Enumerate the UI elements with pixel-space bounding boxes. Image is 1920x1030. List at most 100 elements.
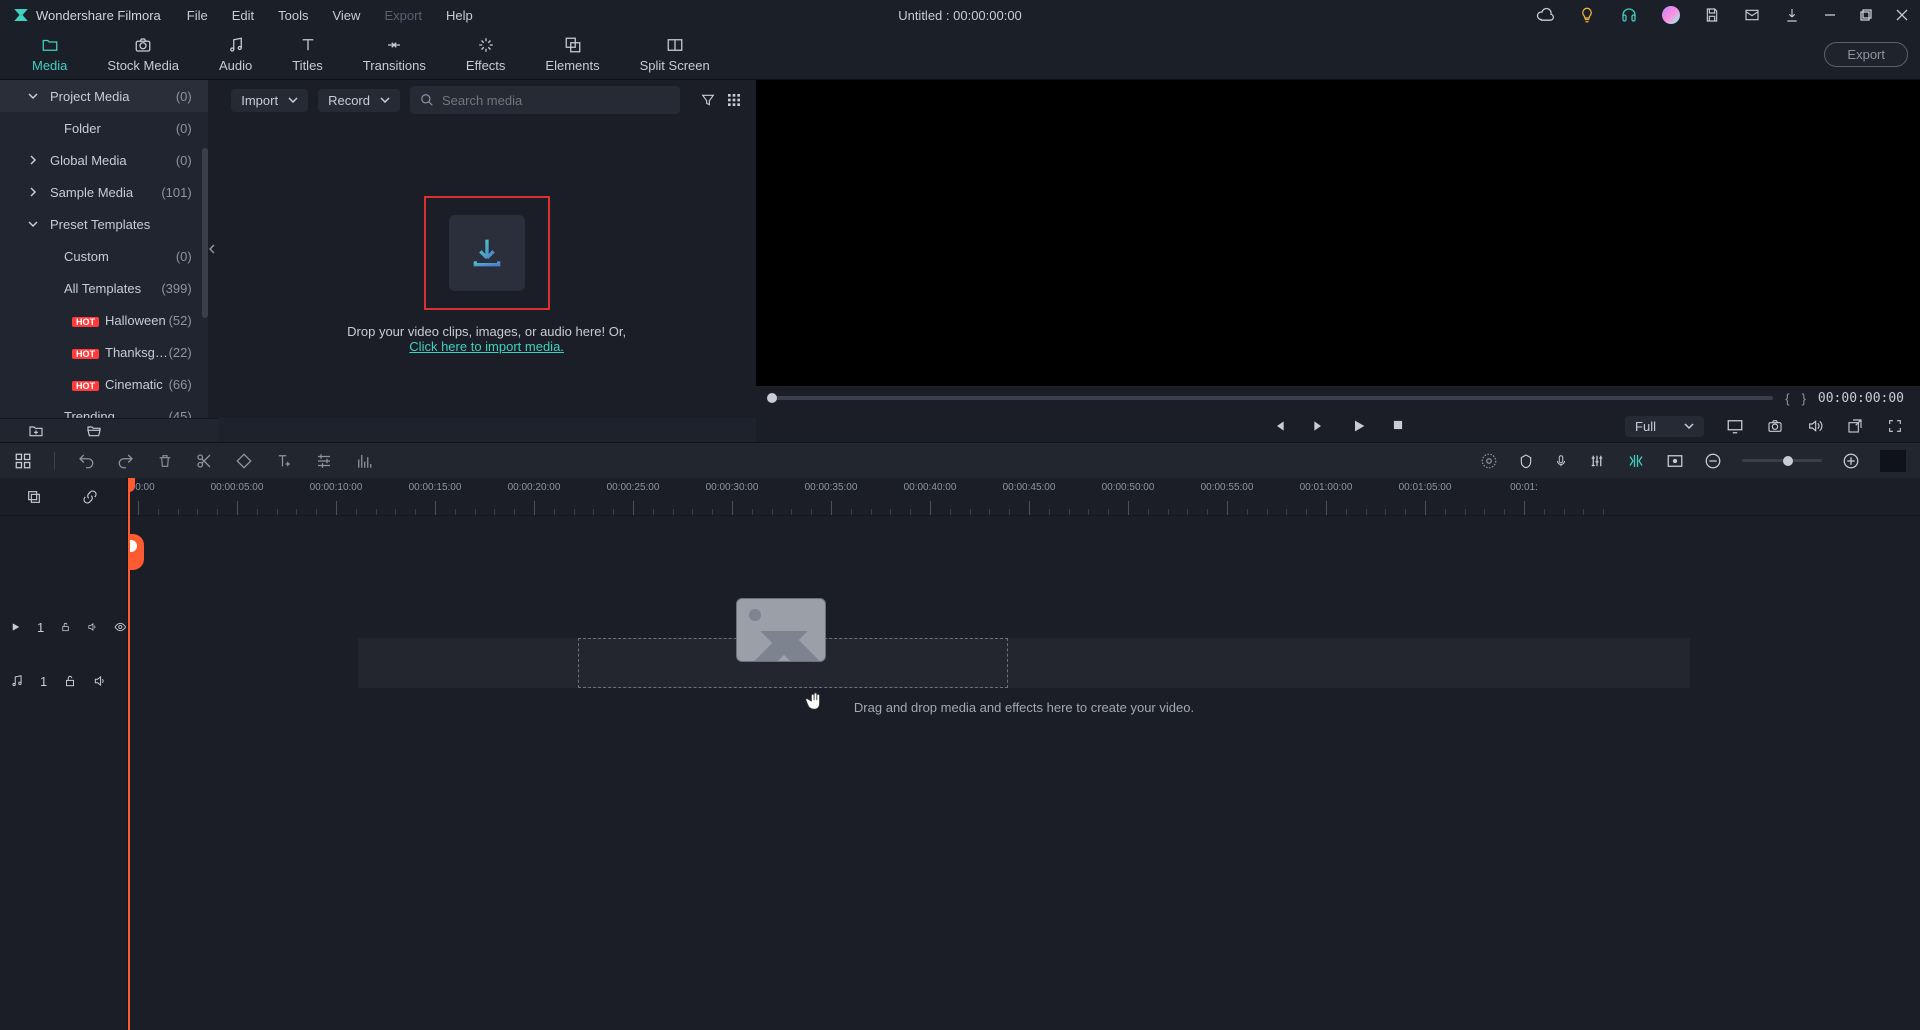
tab-titles[interactable]: Titles xyxy=(272,32,343,77)
import-link[interactable]: Click here to import media. xyxy=(409,339,564,354)
export-button[interactable]: Export xyxy=(1824,42,1908,67)
link-icon[interactable] xyxy=(82,489,98,505)
mail-icon[interactable] xyxy=(1744,7,1760,23)
drop-zone[interactable] xyxy=(424,196,550,310)
zoom-in-button[interactable] xyxy=(1842,452,1860,470)
mute-icon[interactable] xyxy=(93,674,107,688)
headphones-icon[interactable] xyxy=(1620,6,1638,24)
time-ruler[interactable]: 0:00:0000:00:05:0000:00:10:0000:00:15:00… xyxy=(128,478,1920,516)
ruler-tick-minor xyxy=(1247,509,1248,515)
scrubber-track[interactable] xyxy=(772,396,1773,400)
split-button[interactable] xyxy=(195,452,213,470)
lock-icon[interactable] xyxy=(63,674,77,688)
mark-in-button[interactable]: { xyxy=(1785,391,1789,406)
display-icon[interactable] xyxy=(1726,418,1744,434)
menu-edit[interactable]: Edit xyxy=(232,8,254,23)
marker-icon[interactable] xyxy=(1518,452,1534,470)
import-dropdown[interactable]: Import xyxy=(231,89,308,112)
tab-stock-media[interactable]: Stock Media xyxy=(87,32,199,77)
fullscreen-icon[interactable] xyxy=(1886,418,1904,434)
menu-file[interactable]: File xyxy=(187,8,208,23)
sidebar-item-count: (66) xyxy=(169,377,192,392)
mute-icon[interactable] xyxy=(87,620,98,634)
lightbulb-icon[interactable] xyxy=(1578,6,1596,24)
stop-button[interactable] xyxy=(1391,418,1405,432)
sidebar-item-halloween[interactable]: HOTHalloween(52) xyxy=(0,304,208,336)
tab-elements[interactable]: Elements xyxy=(525,32,619,77)
tab-split-screen[interactable]: Split Screen xyxy=(620,32,730,77)
audio-equalizer-icon[interactable] xyxy=(355,452,373,470)
redo-button[interactable] xyxy=(117,452,135,470)
zoom-out-button[interactable] xyxy=(1704,452,1722,470)
sidebar-item-global-media[interactable]: Global Media(0) xyxy=(0,144,208,176)
sidebar-item-thanksgiving[interactable]: HOTThanksgiving(22) xyxy=(0,336,208,368)
avatar[interactable] xyxy=(1662,6,1680,24)
sidebar-item-folder[interactable]: Folder(0) xyxy=(0,112,208,144)
playhead[interactable] xyxy=(128,478,130,1030)
quality-dropdown[interactable]: Full xyxy=(1625,416,1704,437)
tab-transitions[interactable]: Transitions xyxy=(343,32,446,77)
snapshot-icon[interactable] xyxy=(1766,418,1784,434)
minimize-button[interactable] xyxy=(1824,9,1836,21)
render-icon[interactable] xyxy=(1626,452,1646,470)
next-frame-button[interactable] xyxy=(1311,418,1327,434)
play-button[interactable] xyxy=(1351,418,1367,434)
download-icon[interactable] xyxy=(1784,7,1800,23)
sidebar-item-preset-templates[interactable]: Preset Templates xyxy=(0,208,208,240)
preview-timecode: 00:00:00:00 xyxy=(1818,391,1904,406)
sidebar-item-all-templates[interactable]: All Templates(399) xyxy=(0,272,208,304)
delete-button[interactable] xyxy=(157,452,173,470)
prev-frame-button[interactable] xyxy=(1271,418,1287,434)
filter-icon[interactable] xyxy=(700,92,716,108)
record-dropdown[interactable]: Record xyxy=(318,89,400,112)
menu-tools[interactable]: Tools xyxy=(278,8,308,23)
tab-media[interactable]: Media xyxy=(12,32,87,77)
color-icon[interactable] xyxy=(1480,452,1498,470)
tab-audio[interactable]: Audio xyxy=(199,32,272,77)
volume-icon[interactable] xyxy=(1806,418,1824,434)
visibility-icon[interactable] xyxy=(114,620,127,634)
new-folder-icon[interactable] xyxy=(28,423,44,439)
menu-help[interactable]: Help xyxy=(446,8,473,23)
grid-view-icon[interactable] xyxy=(726,92,742,108)
lock-icon[interactable] xyxy=(60,620,71,634)
folder-open-icon[interactable] xyxy=(86,423,102,439)
sidebar-item-trending[interactable]: Trending(45) xyxy=(0,400,208,418)
zoom-fit-button[interactable] xyxy=(1880,450,1906,472)
sidebar-item-cinematic[interactable]: HOTCinematic(66) xyxy=(0,368,208,400)
pop-out-icon[interactable] xyxy=(1846,418,1864,434)
player-controls: Full xyxy=(756,410,1920,442)
start-marker[interactable] xyxy=(128,534,144,570)
add-text-button[interactable] xyxy=(275,452,293,470)
audio-mixer-icon[interactable] xyxy=(1588,452,1606,470)
tracks-area[interactable]: 0:00:0000:00:05:0000:00:10:0000:00:15:00… xyxy=(128,478,1920,1030)
sidebar-item-custom[interactable]: Custom(0) xyxy=(0,240,208,272)
layout-icon[interactable] xyxy=(14,452,32,470)
sidebar-item-project-media[interactable]: Project Media(0) xyxy=(0,80,208,112)
voiceover-icon[interactable] xyxy=(1554,452,1568,470)
save-icon[interactable] xyxy=(1704,7,1720,23)
menu-export[interactable]: Export xyxy=(384,8,422,23)
zoom-slider[interactable] xyxy=(1742,459,1822,462)
ruler-tick-major xyxy=(831,501,832,515)
tab-effects[interactable]: Effects xyxy=(446,32,526,77)
sidebar-collapse-handle[interactable] xyxy=(208,80,218,418)
separator xyxy=(54,452,55,470)
mark-out-button[interactable]: } xyxy=(1802,391,1806,406)
zoom-thumb[interactable] xyxy=(1783,456,1793,466)
close-button[interactable] xyxy=(1896,9,1908,21)
cloud-icon[interactable] xyxy=(1536,6,1554,24)
tag-icon[interactable] xyxy=(235,452,253,470)
browser-body[interactable]: Drop your video clips, images, or audio … xyxy=(217,120,756,418)
undo-button[interactable] xyxy=(77,452,95,470)
search-input[interactable] xyxy=(442,93,670,108)
preview-viewport[interactable] xyxy=(756,80,1920,386)
scrubber-thumb[interactable] xyxy=(767,393,777,403)
document-title: Untitled : 00:00:00:00 xyxy=(898,8,1022,23)
maximize-button[interactable] xyxy=(1860,9,1872,21)
adjust-icon[interactable] xyxy=(315,452,333,470)
duplicate-icon[interactable] xyxy=(26,489,42,505)
sidebar-item-sample-media[interactable]: Sample Media(101) xyxy=(0,176,208,208)
crop-icon[interactable] xyxy=(1666,453,1684,469)
menu-view[interactable]: View xyxy=(332,8,360,23)
